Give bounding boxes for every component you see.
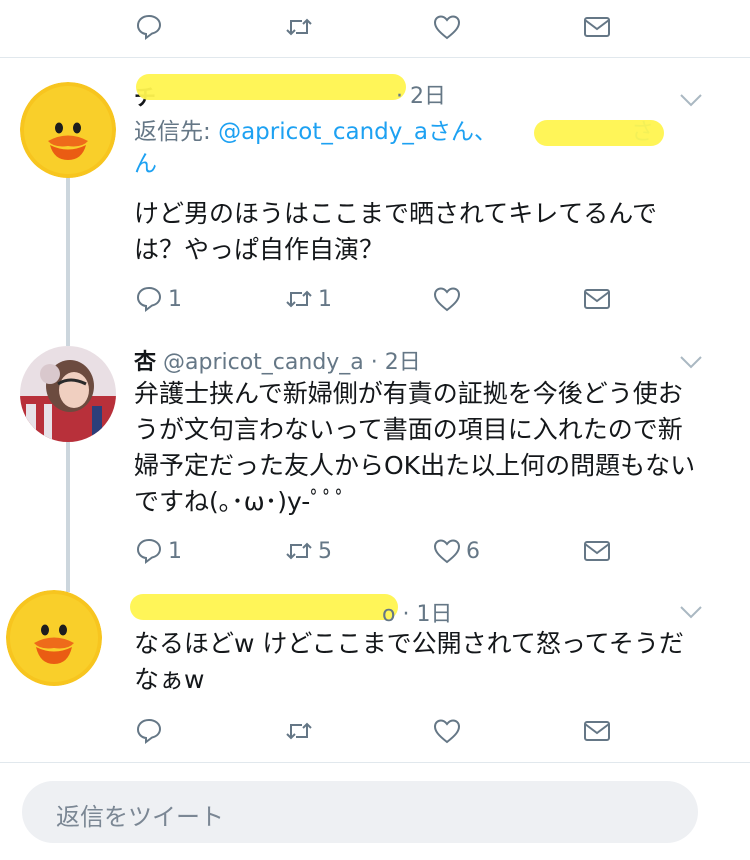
reply-button[interactable] — [134, 716, 164, 746]
retweet-count: 5 — [318, 538, 332, 564]
timestamp[interactable]: o · 1日 — [382, 596, 452, 628]
retweet-button[interactable]: 1 — [284, 284, 332, 314]
user-photo-avatar-icon — [20, 346, 116, 442]
message-icon — [584, 721, 610, 741]
like-icon — [433, 287, 461, 312]
redaction-mark — [130, 594, 398, 620]
more-options-button[interactable] — [678, 92, 704, 108]
retweet-button[interactable] — [284, 716, 314, 746]
reply-count: 1 — [168, 286, 182, 312]
message-icon — [584, 289, 610, 309]
reply-to-handle-link[interactable]: @apricot_candy_a — [218, 119, 428, 145]
reply-icon — [136, 14, 162, 40]
tweet-2[interactable]: 杏 @apricot_candy_a · 2日 弁護士挟んで新婦側が有責の証拠を… — [0, 340, 750, 590]
tweet-header: 杏 @apricot_candy_a · 2日 — [134, 344, 421, 376]
like-count: 6 — [466, 538, 480, 564]
reply-count: 1 — [168, 538, 182, 564]
reply-button[interactable]: 1 — [134, 536, 182, 566]
chevron-down-icon — [680, 356, 702, 369]
reply-input[interactable]: 返信をツイート — [22, 781, 698, 843]
more-options-button[interactable] — [678, 354, 704, 370]
like-button[interactable] — [432, 716, 462, 746]
timestamp[interactable]: · 2日 — [371, 350, 421, 375]
timestamp[interactable]: · 2日 — [396, 78, 446, 110]
sally-avatar-icon — [6, 590, 102, 686]
avatar[interactable] — [6, 590, 102, 686]
like-icon — [433, 539, 461, 564]
avatar[interactable] — [20, 82, 116, 178]
previous-tweet-actions — [0, 0, 750, 58]
chevron-down-icon — [680, 94, 702, 107]
message-button[interactable] — [582, 536, 612, 566]
reply-button[interactable]: 1 — [134, 284, 182, 314]
tweet-text: けど男のほうはここまで晒されてキレてるんでは？やっぱ自作自演？ — [134, 199, 658, 264]
redaction-mark — [534, 120, 664, 146]
reply-button[interactable] — [134, 12, 164, 42]
tweet-text: 弁護士挟んで新婦側が有責の証拠を今後どう使おうが文句言わないって書面の項目に入れ… — [134, 379, 696, 516]
reply-placeholder: 返信をツイート — [56, 803, 224, 831]
avatar[interactable] — [20, 346, 116, 442]
display-name[interactable]: 杏 — [134, 350, 156, 375]
reply-bar: 返信をツイート — [0, 762, 750, 860]
like-icon — [433, 719, 461, 744]
like-icon — [433, 15, 461, 40]
tweet-3[interactable]: o · 1日 なるほどw けどここまで公開されて怒ってそうだなぁw — [0, 590, 750, 762]
like-button[interactable]: 6 — [432, 536, 480, 566]
sally-avatar-icon — [20, 82, 116, 178]
message-icon — [584, 17, 610, 37]
like-button[interactable] — [432, 12, 462, 42]
retweet-icon — [286, 542, 312, 560]
reply-icon — [136, 718, 162, 744]
message-button[interactable] — [582, 716, 612, 746]
retweet-button[interactable]: 5 — [284, 536, 332, 566]
message-icon — [584, 541, 610, 561]
retweet-icon — [286, 18, 312, 36]
retweet-icon — [286, 722, 312, 740]
reply-icon — [136, 286, 162, 312]
message-button[interactable] — [582, 12, 612, 42]
more-options-button[interactable] — [678, 604, 704, 620]
message-button[interactable] — [582, 284, 612, 314]
thread-line — [66, 176, 70, 340]
retweet-count: 1 — [318, 286, 332, 312]
handle[interactable]: @apricot_candy_a — [163, 350, 364, 375]
tweet-1[interactable]: チ · 2日 返信先: @apricot_candy_aさん、さ ん けど男のほ… — [0, 58, 750, 340]
thread-line — [66, 440, 70, 590]
retweet-icon — [286, 290, 312, 308]
retweet-button[interactable] — [284, 12, 314, 42]
reply-icon — [136, 538, 162, 564]
like-button[interactable] — [432, 284, 462, 314]
chevron-down-icon — [680, 606, 702, 619]
redaction-mark — [136, 74, 406, 100]
tweet-text: なるほどw けどここまで公開されて怒ってそうだなぁw — [134, 629, 684, 694]
